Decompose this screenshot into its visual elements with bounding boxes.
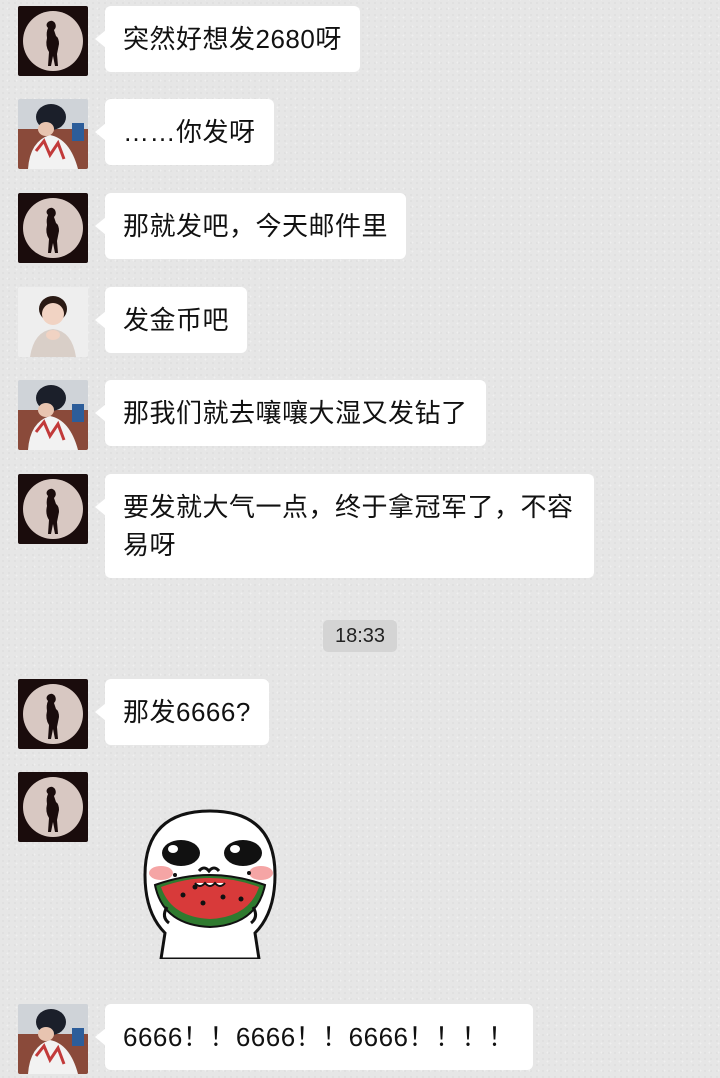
avatar[interactable] — [18, 99, 88, 169]
chat-message: 那就发吧，今天邮件里 — [18, 193, 407, 263]
chat-message: 突然好想发2680呀 — [18, 6, 360, 76]
avatar[interactable] — [18, 380, 88, 450]
message-bubble[interactable]: 6666！！6666！！6666！！！！ — [95, 1004, 533, 1070]
chat-message: 发金币吧 — [18, 287, 248, 357]
chat-message — [18, 772, 88, 842]
chat-message: ……你发呀 — [18, 99, 274, 169]
chat-message: 那我们就去嚷嚷大湿又发钻了 — [18, 380, 486, 450]
message-bubble[interactable]: ……你发呀 — [95, 99, 274, 165]
message-bubble[interactable]: 突然好想发2680呀 — [95, 6, 360, 72]
avatar[interactable] — [18, 474, 88, 544]
chat-message: 要发就大气一点，终于拿冠军了，不容易呀 — [18, 474, 594, 578]
eating-watermelon-sticker[interactable] — [137, 803, 283, 961]
message-bubble[interactable]: 那就发吧，今天邮件里 — [94, 193, 407, 259]
chat-area: 突然好想发2680呀 ……你发呀 那就发吧，今天邮件里 发金币吧 那我们就去嚷嚷… — [0, 0, 720, 1078]
message-bubble[interactable]: 那发6666? — [95, 679, 269, 745]
avatar[interactable] — [18, 679, 88, 749]
avatar[interactable] — [18, 772, 88, 842]
avatar[interactable] — [18, 287, 88, 357]
timestamp-label: 18:33 — [323, 620, 397, 652]
chat-message: 6666！！6666！！6666！！！！ — [18, 1004, 533, 1074]
avatar[interactable] — [18, 193, 88, 263]
avatar[interactable] — [18, 1004, 88, 1074]
message-bubble[interactable]: 发金币吧 — [94, 287, 248, 353]
chat-message: 那发6666? — [18, 679, 269, 749]
message-bubble[interactable]: 那我们就去嚷嚷大湿又发钻了 — [95, 380, 486, 446]
avatar[interactable] — [18, 6, 88, 76]
message-bubble[interactable]: 要发就大气一点，终于拿冠军了，不容易呀 — [95, 474, 594, 578]
